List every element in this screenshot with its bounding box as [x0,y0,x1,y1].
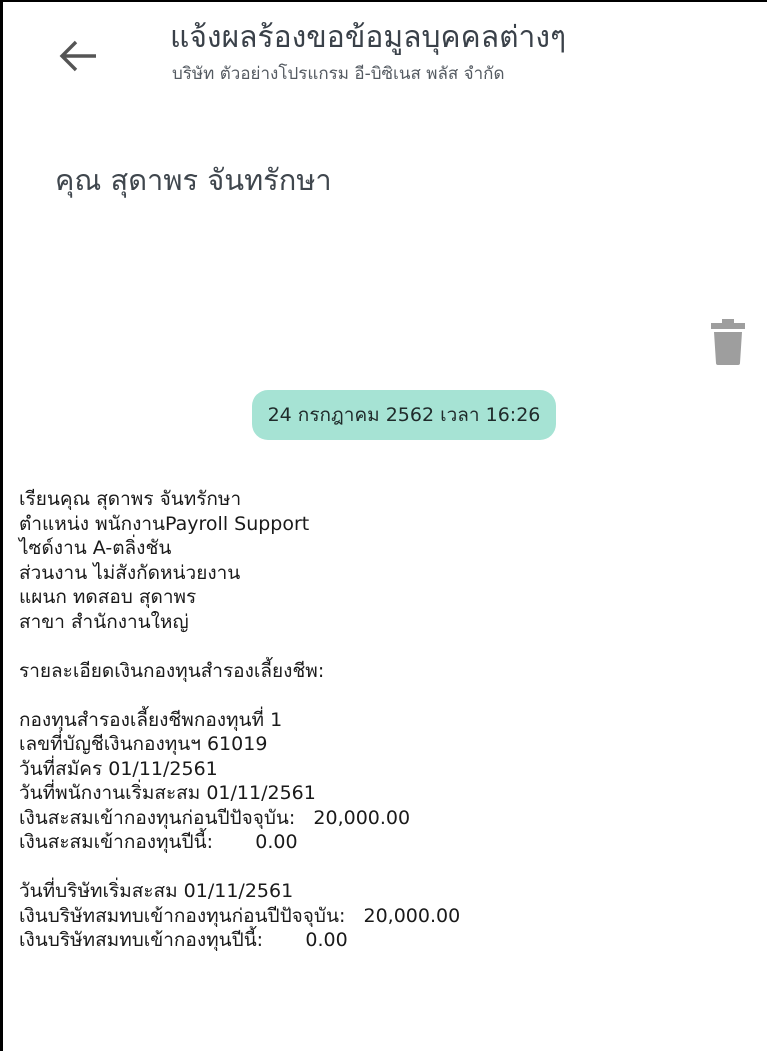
branch-line: สาขา สำนักงานใหญ่ [19,610,189,633]
company-prior-balance-line: เงินบริษัทสมทบเข้ากองทุนก่อนปีปัจจุบัน: … [19,904,461,927]
back-button[interactable] [50,30,106,86]
fund-name-line: กองทุนสำรองเลี้ยงชีพกองทุนที่ 1 [19,708,283,731]
company-start-line: วันที่บริษัทเริ่มสะสม 01/11/2561 [19,880,294,902]
employee-start-line: วันที่พนักงานเริ่มสะสม 01/11/2561 [19,782,316,804]
greeting-line: เรียนคุณ สุดาพร จันทรักษา [19,488,242,510]
delete-button[interactable] [706,318,750,370]
enroll-date-line: วันที่สมัคร 01/11/2561 [19,757,218,780]
frame-border-top [0,0,767,2]
message-date-chip: 24 กรกฎาคม 2562 เวลา 16:26 [252,390,556,440]
message-body: เรียนคุณ สุดาพร จันทรักษา ตำแหน่ง พนักงา… [19,487,749,953]
company-current-balance-line: เงินบริษัทสมทบเข้ากองทุนปีนี้: 0.00 [19,929,348,951]
fund-info-block: กองทุนสำรองเลี้ยงชีพกองทุนที่ 1 เลขที่บั… [19,708,749,855]
company-subtitle: บริษัท ตัวอย่างโปรแกรม อี-บิซิเนส พลัส จ… [172,64,505,84]
page-title: แจ้งผลร้องขอข้อมูลบุคคลต่างๆ [170,20,567,55]
arrow-left-icon [58,39,98,77]
position-line: ตำแหน่ง พนักงานPayroll Support [19,512,310,535]
site-line: ไซด์งาน A-ตลิ่งชัน [19,537,172,559]
trash-icon [711,319,745,369]
employee-current-balance-line: เงินสะสมเข้ากองทุนปีนี้: 0.00 [19,831,298,853]
company-info-block: วันที่บริษัทเริ่มสะสม 01/11/2561 เงินบริ… [19,879,749,953]
fund-heading: รายละเอียดเงินกองทุนสำรองเลี้ยงชีพ: [19,659,325,682]
department-line: แผนก ทดสอบ สุดาพร [19,586,197,608]
unit-line: ส่วนงาน ไม่สังกัดหน่วยงาน [19,561,241,584]
fund-account-line: เลขที่บัญชีเงินกองทุนฯ 61019 [19,733,268,755]
recipient-name: คุณ สุดาพร จันทรักษา [55,163,332,197]
employee-info-block: เรียนคุณ สุดาพร จันทรักษา ตำแหน่ง พนักงา… [19,487,749,634]
frame-border-left [0,0,3,1051]
employee-prior-balance-line: เงินสะสมเข้ากองทุนก่อนปีปัจจุบัน: 20,000… [19,806,411,829]
